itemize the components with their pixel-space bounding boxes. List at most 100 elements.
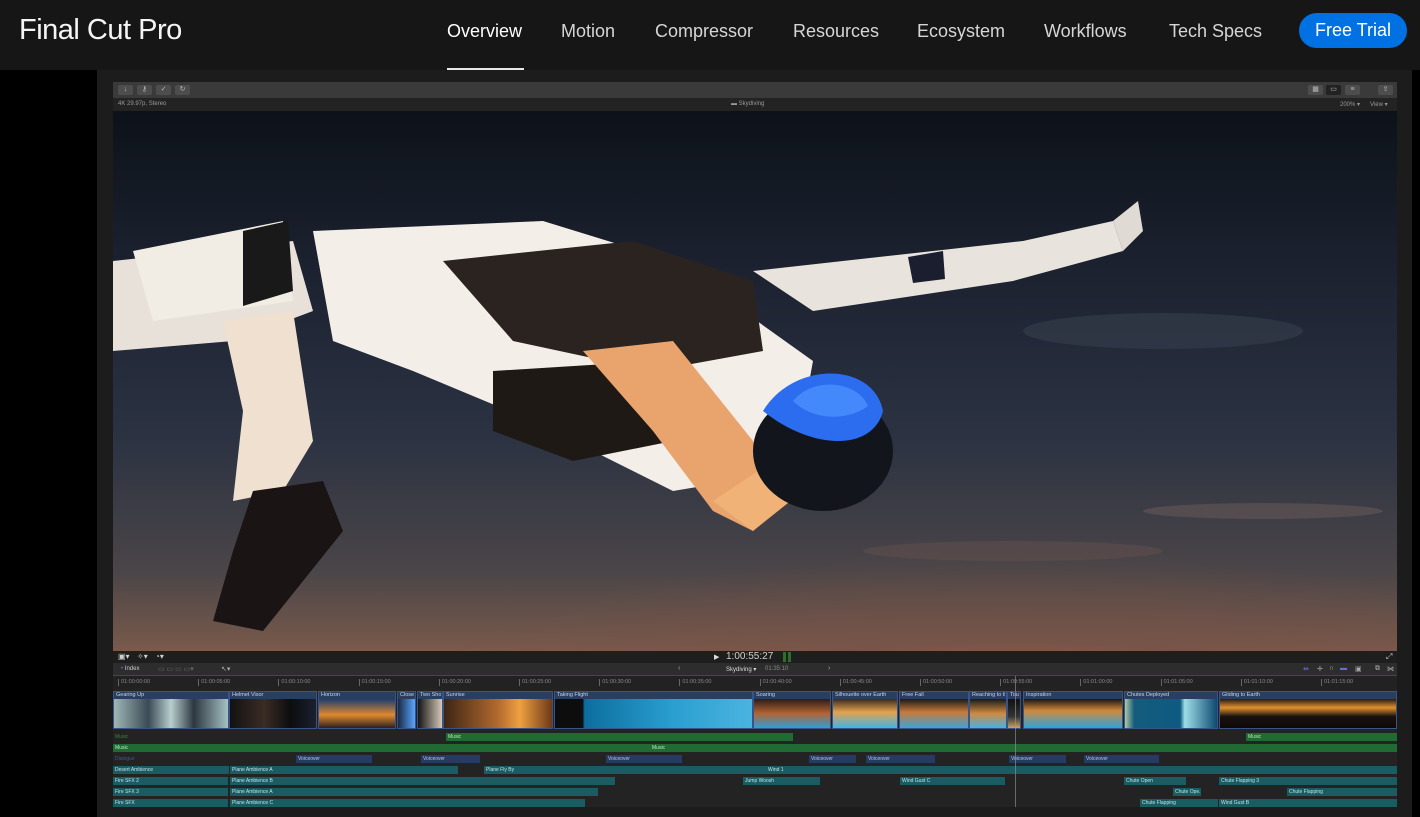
timeline-layout-icon[interactable]: ▭ xyxy=(1326,85,1341,95)
audio-clip[interactable]: Wind Gust B xyxy=(1219,799,1397,807)
nav-link-resources[interactable]: Resources xyxy=(793,21,879,42)
video-clip[interactable]: Silhouette over Earth xyxy=(832,691,898,729)
voiceover-clip[interactable]: Voiceover xyxy=(1084,755,1159,763)
project-dropdown[interactable]: Skydiving ▾ xyxy=(726,666,756,673)
snapping-icon[interactable]: ▬ xyxy=(1340,665,1347,672)
ruler-tick: 01:00:20:00 xyxy=(438,679,471,686)
ruler-tick: 01:00:55:00 xyxy=(1000,679,1032,686)
nav-link-motion[interactable]: Motion xyxy=(561,21,615,42)
audio-clip[interactable]: Wind 1 xyxy=(766,766,1397,774)
audio-clip[interactable]: Chute Open xyxy=(1124,777,1186,785)
browser-layout-icon[interactable]: ▦ xyxy=(1308,85,1323,95)
music-clip[interactable]: Music xyxy=(446,733,793,741)
view-dropdown[interactable]: View ▾ xyxy=(1370,101,1388,108)
ruler-tick: 01:00:50:00 xyxy=(920,679,952,686)
audio-skimming-icon[interactable]: ✛ xyxy=(1317,665,1323,673)
checkmark-icon[interactable]: ✓ xyxy=(156,85,171,95)
viewer-controls: ▣▾ ✧▾ ◔▾ ▶ 1:00:55:27 ⤢ xyxy=(113,651,1397,663)
share-icon[interactable]: ⇪ xyxy=(1378,85,1393,95)
brand-logo[interactable]: Final Cut Pro xyxy=(19,14,182,47)
video-clip[interactable]: Helmet Visor xyxy=(229,691,317,729)
video-clip[interactable]: Inspiration xyxy=(1023,691,1123,729)
music-clip[interactable]: Music xyxy=(650,744,1397,752)
clip-thumbnail xyxy=(1125,699,1217,728)
nav-link-tech-specs[interactable]: Tech Specs xyxy=(1169,21,1262,42)
background-tasks-icon[interactable]: ↻ xyxy=(175,85,190,95)
skimming-icon[interactable]: ⇹ xyxy=(1303,665,1309,673)
audio-clip[interactable]: Chute Flapping 3 xyxy=(1219,777,1397,785)
free-trial-button[interactable]: Free Trial xyxy=(1299,13,1407,48)
video-clip[interactable]: Touc... xyxy=(1007,691,1021,729)
video-clip[interactable]: Sunrise xyxy=(443,691,553,729)
zoom-dropdown[interactable]: 200% ▾ xyxy=(1340,101,1360,108)
audio-clip[interactable]: Wind Gust C xyxy=(900,777,1005,785)
audio-clip[interactable]: Chute Ope... xyxy=(1173,788,1201,796)
music-clip[interactable]: Music xyxy=(113,744,650,752)
clip-thumbnail xyxy=(754,699,830,728)
clip-thumbnail xyxy=(418,699,442,728)
video-clip[interactable]: Free Fall xyxy=(899,691,969,729)
keyword-icon[interactable]: ⚷ xyxy=(137,85,152,95)
inspector-layout-icon[interactable]: ≡ xyxy=(1345,85,1360,95)
voiceover-clip[interactable]: Voiceover xyxy=(296,755,372,763)
viewer-clip-name: ▬ Skydiving xyxy=(731,101,764,107)
nav-link-ecosystem[interactable]: Ecosystem xyxy=(917,21,1005,42)
playhead[interactable] xyxy=(1015,676,1016,807)
ruler-tick: 01:01:05:00 xyxy=(1160,679,1193,686)
nav-link-compressor[interactable]: Compressor xyxy=(655,21,753,42)
edit-buttons[interactable]: ▭ ▭ ▭ ▭▾ xyxy=(158,665,194,673)
audio-clip[interactable]: Chute Flapping xyxy=(1287,788,1397,796)
audio-clip[interactable]: Fire SFX 3 xyxy=(113,788,228,796)
audio-clip[interactable]: Fire SFX xyxy=(113,799,228,807)
music-clip[interactable]: Music xyxy=(1246,733,1397,741)
fullscreen-icon[interactable]: ⤢ xyxy=(1386,652,1392,662)
enhance-icon[interactable]: ✧▾ xyxy=(137,652,148,661)
audio-clip[interactable]: Plane Ambience A xyxy=(230,766,458,774)
audio-clip[interactable]: Jump Woosh xyxy=(743,777,820,785)
transform-icon[interactable]: ▣▾ xyxy=(118,652,130,661)
nav-link-overview[interactable]: Overview xyxy=(447,21,522,42)
clip-thumbnail xyxy=(1220,699,1396,728)
play-button[interactable]: ▶ xyxy=(714,653,719,661)
video-clip[interactable]: Horizon xyxy=(318,691,396,729)
audio-clip[interactable]: Plane Ambience A xyxy=(230,788,598,796)
video-clip[interactable]: Two Shot xyxy=(417,691,443,729)
clip-label: Silhouette over Earth xyxy=(835,692,887,698)
video-clip[interactable]: Taking Flight xyxy=(554,691,753,729)
voiceover-clip[interactable]: Voiceover xyxy=(606,755,682,763)
select-tool-icon[interactable]: ↖▾ xyxy=(221,665,230,673)
timeline-ruler[interactable]: 01:00:00:00 01:00:05:00 01:00:10:00 01:00:1… xyxy=(113,676,1397,688)
clip-appearance-icon[interactable]: ▣ xyxy=(1355,665,1362,673)
audio-clip[interactable]: Plane Ambience B xyxy=(230,777,615,785)
audio-clip[interactable]: Fire SFX 2 xyxy=(113,777,228,785)
voiceover-clip[interactable]: Voiceover xyxy=(421,755,480,763)
voiceover-clip[interactable]: Voiceover xyxy=(866,755,935,763)
transitions-browser-icon[interactable]: ⋈ xyxy=(1387,665,1394,673)
audio-clip[interactable]: Desert Ambience xyxy=(113,766,229,774)
video-clip[interactable]: Reaching to th... xyxy=(969,691,1007,729)
video-clip[interactable]: Chutes Deployed xyxy=(1124,691,1218,729)
top-navigation: Final Cut Pro Overview Motion Compressor… xyxy=(0,0,1420,70)
solo-icon[interactable]: ∩ xyxy=(1329,665,1334,672)
audio-clip[interactable]: Chute Flapping xyxy=(1140,799,1218,807)
audio-clip[interactable]: Plane Fly By xyxy=(484,766,766,774)
clip-thumbnail xyxy=(1024,699,1122,728)
video-clip[interactable]: Gearing Up xyxy=(113,691,229,729)
video-clip[interactable]: Soaring xyxy=(753,691,831,729)
audio-clip[interactable]: Plane Ambience C xyxy=(230,799,585,807)
speed-icon[interactable]: ◔▾ xyxy=(155,652,164,661)
video-clip[interactable]: Close... xyxy=(397,691,416,729)
ruler-tick: 01:00:00:00 xyxy=(118,679,150,686)
video-clip[interactable]: Gliding to Earth xyxy=(1219,691,1397,729)
timeline-tracks: Gearing Up Helmet Visor Horizon Close... Two… xyxy=(113,688,1397,807)
effects-browser-icon[interactable]: ⧉ xyxy=(1375,665,1380,673)
timecode-display[interactable]: 1:00:55:27 xyxy=(726,651,773,662)
voiceover-clip[interactable]: Voiceover xyxy=(1009,755,1066,763)
voiceover-clip[interactable]: Voiceover xyxy=(809,755,856,763)
import-icon[interactable]: ↓ xyxy=(118,85,133,95)
history-forward-icon[interactable]: › xyxy=(828,665,830,672)
history-back-icon[interactable]: ‹ xyxy=(678,665,680,672)
video-viewer[interactable] xyxy=(113,111,1397,651)
nav-link-workflows[interactable]: Workflows xyxy=(1044,21,1127,42)
index-button[interactable]: • Index xyxy=(121,666,139,672)
